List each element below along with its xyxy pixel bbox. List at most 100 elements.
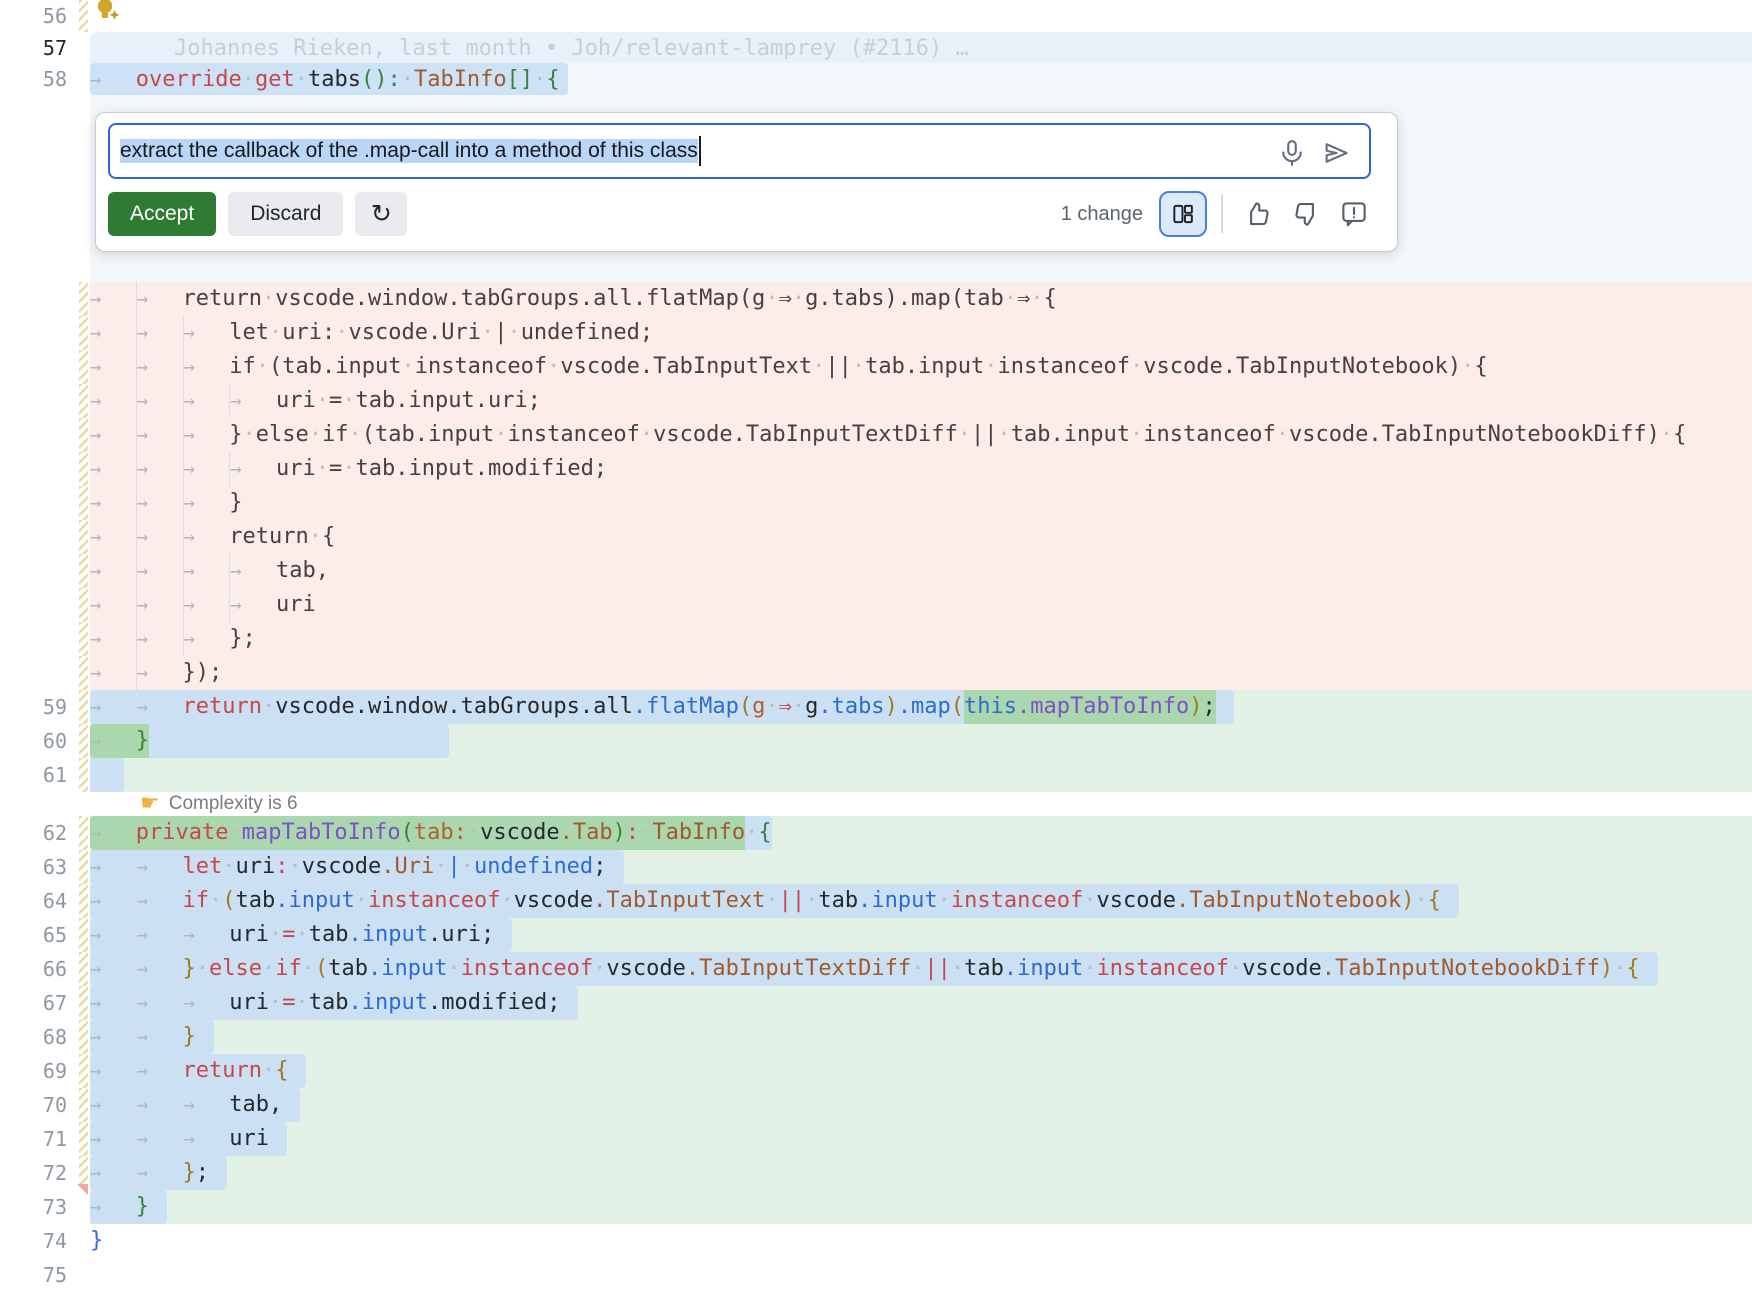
line-number[interactable]: 75 <box>43 1263 67 1287</box>
code-line: uri·=·tab.input.modified; <box>0 452 1752 486</box>
line-number[interactable]: 67 <box>43 991 67 1015</box>
code-token: TabInfo <box>652 816 745 850</box>
line-number[interactable]: 68 <box>43 1025 67 1049</box>
code-token: g <box>805 690 818 724</box>
code-line-content[interactable]: }·else·if·(tab.input·instanceof·vscode.T… <box>90 418 1752 452</box>
code-token: if <box>322 418 349 452</box>
code-token: else <box>256 418 309 452</box>
code-line-content[interactable]: }·else·if·(tab.input·instanceof·vscode.T… <box>90 952 1752 986</box>
code-line-content[interactable]: let·uri:·vscode.Uri·|·undefined; <box>90 316 1752 350</box>
code-token: ) <box>885 690 898 724</box>
code-line-content[interactable]: uri·=·tab.input.uri; <box>90 384 1752 418</box>
code-token: || <box>825 350 852 384</box>
code-line-content[interactable]: } <box>90 724 1752 758</box>
code-line-content[interactable]: tab, <box>90 1088 1752 1122</box>
code-token: ( <box>401 816 414 850</box>
code-token: · <box>262 690 275 724</box>
code-token: · <box>461 850 474 884</box>
code-token: · <box>269 986 282 1020</box>
selection-highlight: uri·=·tab.input.modified; <box>90 986 578 1020</box>
code-line-content[interactable]: let·uri:·vscode.Uri·|·undefined; <box>90 850 1752 884</box>
code-token: tab <box>309 986 349 1020</box>
line-number[interactable]: 70 <box>43 1093 67 1117</box>
thumbs-up-icon[interactable] <box>1237 193 1279 235</box>
code-line-content[interactable]: uri·=·tab.input.modified; <box>90 452 1752 486</box>
code-line-content[interactable]: uri <box>90 1122 1752 1156</box>
line-number[interactable]: 61 <box>43 763 67 787</box>
code-line-content[interactable]: } <box>90 486 1752 520</box>
code-line-content[interactable] <box>90 0 1752 32</box>
code-line: }·else·if·(tab.input·instanceof·vscode.T… <box>0 418 1752 452</box>
tab-whitespace-arrow <box>136 1088 183 1122</box>
line-number[interactable]: 65 <box>43 923 67 947</box>
code-line-content[interactable]: if·(tab.input·instanceof·vscode.TabInput… <box>90 884 1752 918</box>
line-number[interactable]: 71 <box>43 1127 67 1151</box>
code-token: tab <box>236 884 276 918</box>
code-line-content[interactable] <box>90 1258 1752 1292</box>
code-token: · <box>228 816 241 850</box>
retry-icon[interactable]: ↻ <box>355 192 407 236</box>
code-line-content[interactable]: } <box>90 1224 1752 1258</box>
line-number[interactable]: 63 <box>43 855 67 879</box>
gutter: 63 <box>0 850 90 884</box>
code-line-content[interactable]: return·{ <box>90 520 1752 554</box>
code-line-content[interactable]: } <box>90 1020 1752 1054</box>
discard-button[interactable]: Discard <box>228 192 343 236</box>
code-token: [] <box>507 63 534 95</box>
line-number[interactable]: 56 <box>43 4 67 28</box>
line-number[interactable]: 73 <box>43 1195 67 1219</box>
code-line-content[interactable]: uri <box>90 588 1752 622</box>
line-number[interactable]: 64 <box>43 889 67 913</box>
tab-whitespace-arrow <box>229 588 276 622</box>
code-line-content[interactable]: tab, <box>90 554 1752 588</box>
code-line-content[interactable]: private·mapTabToInfo(tab:·vscode.Tab):·T… <box>90 816 1752 850</box>
tab-whitespace-arrow <box>183 486 230 520</box>
thumbs-down-icon[interactable] <box>1285 193 1327 235</box>
line-number[interactable]: 74 <box>43 1229 67 1253</box>
chat-input[interactable]: extract the callback of the .map-call in… <box>108 123 1371 179</box>
code-line-content[interactable]: uri·=·tab.input.modified; <box>90 986 1752 1020</box>
code-line-content[interactable]: uri·=·tab.input.uri; <box>90 918 1752 952</box>
code-token: · <box>1083 884 1096 918</box>
code-line-content[interactable]: return·vscode.window.tabGroups.all.flatM… <box>90 690 1752 724</box>
line-number[interactable]: 58 <box>43 67 67 91</box>
line-number[interactable]: 62 <box>43 821 67 845</box>
code-token: return <box>183 282 262 316</box>
code-line-67: 67uri·=·tab.input.modified; <box>0 986 1752 1020</box>
code-token: .input <box>368 952 447 986</box>
code-line-content[interactable]: return·vscode.window.tabGroups.all.flatM… <box>90 282 1752 316</box>
code-line-content[interactable]: if·(tab.input·instanceof·vscode.TabInput… <box>90 350 1752 384</box>
code-line-content[interactable]: ☛Complexity is 6 <box>90 792 1752 816</box>
line-number[interactable]: 72 <box>43 1161 67 1185</box>
code-line-content[interactable] <box>90 758 1752 792</box>
code-token: · <box>481 316 494 350</box>
tab-whitespace-arrow <box>90 63 136 95</box>
code-line: let·uri:·vscode.Uri·|·undefined; <box>0 316 1752 350</box>
code-line-content[interactable]: }); <box>90 656 1752 690</box>
code-token: return <box>229 520 308 554</box>
gutter: 67 <box>0 986 90 1020</box>
code-line-64: 64 if·(tab.input·instanceof·vscode.TabInp… <box>0 884 1752 918</box>
code-line-content[interactable]: override·get·tabs():·TabInfo[]·{ <box>90 63 1752 95</box>
code-line-content[interactable]: } <box>90 1190 1752 1224</box>
line-number[interactable]: 59 <box>43 695 67 719</box>
line-number[interactable]: 69 <box>43 1059 67 1083</box>
tab-whitespace-arrow <box>136 1122 183 1156</box>
line-number[interactable]: 66 <box>43 957 67 981</box>
line-number[interactable]: 60 <box>43 729 67 753</box>
code-token: · <box>1004 282 1017 316</box>
toggle-diff-preview-button[interactable] <box>1159 191 1207 237</box>
line-number[interactable]: 57 <box>43 36 67 60</box>
code-line-content[interactable]: return·{ <box>90 1054 1752 1088</box>
code-line-content[interactable]: }; <box>90 622 1752 656</box>
code-token: { <box>758 816 771 850</box>
code-token: vscode <box>1097 884 1176 918</box>
code-token: · <box>938 884 951 918</box>
send-icon[interactable] <box>1321 138 1351 168</box>
code-line-content[interactable]: Johannes Rieken, last month • Joh/releva… <box>90 32 1752 63</box>
report-issue-icon[interactable] <box>1333 193 1375 235</box>
code-token: : <box>626 816 639 850</box>
code-line-content[interactable]: }; <box>90 1156 1752 1190</box>
accept-button[interactable]: Accept <box>108 192 216 236</box>
microphone-icon[interactable] <box>1277 138 1307 168</box>
